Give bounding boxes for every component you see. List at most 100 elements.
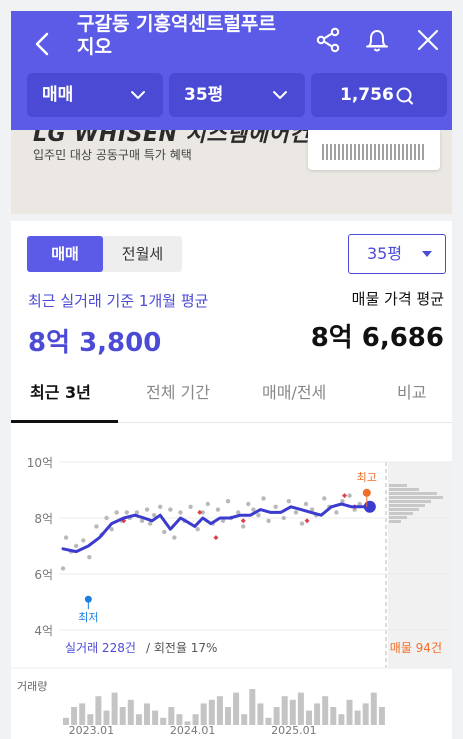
trade-point [81,538,86,543]
search-icon [396,87,413,105]
y-tick-label: 8억 [34,512,53,526]
trade-point [195,527,200,532]
listing-avg-label: 매물 가격 평균 [351,290,444,308]
chevron-down-icon [131,91,145,99]
page-title: 구갈동 기흥역센트럴푸르지오 [77,13,276,58]
price-chart[interactable]: 10억 8억 6억 4억 최고 최저 실거래 228건 / 회전율 17% 매물 94건 거래량 2… [11,442,452,739]
size-select-value: 35평 [367,244,403,263]
volume-bar [216,696,223,725]
ac-vent [322,144,426,160]
tab-sale-jeonse[interactable]: 매매/전세 [262,383,326,403]
ad-banner[interactable]: LG WHISEN 시스템에어컨 입주민 대상 공동구매 특가 혜택 [11,130,452,214]
listing-histogram-bar [389,508,419,511]
segment-sale[interactable]: 매매 [27,236,103,272]
trade-point [322,496,327,501]
volume-bar [119,707,126,725]
period-tabs: 최근 3년 전체 기간 매매/전세 비교 [11,371,452,423]
volume-bar [346,699,353,725]
trade-point [293,510,299,515]
trade-point [205,501,211,507]
tab-compare[interactable]: 비교 [397,383,426,403]
volume-bar [200,703,207,725]
trade-point [241,524,246,529]
actual-trade-count: 실거래 228건 [65,641,136,655]
volume-bar [233,692,240,725]
trade-point [347,493,352,498]
trade-point [188,504,193,509]
volume-bar [225,707,231,725]
share-icon[interactable] [314,26,342,54]
volume-bar [378,707,385,725]
volume-bar [168,707,175,725]
trade-point [273,504,278,509]
trade-point [256,513,261,518]
highlight-point [304,518,310,524]
listing-count-label: 매물 94건 [390,641,442,655]
listing-avg-value: 8억 6,686 [310,323,444,353]
max-point [362,488,371,497]
max-label: 최고 [357,471,377,484]
trade-type-label: 매매 [42,85,74,105]
trade-point [60,566,66,571]
size-label: 35평 [184,85,224,105]
close-icon[interactable] [414,26,442,54]
volume-bar [354,710,361,725]
tab-all-period[interactable]: 전체 기간 [146,383,210,403]
listing-histogram-bar [389,520,401,523]
listing-histogram-bar [389,512,413,515]
listing-search-button[interactable]: 1,756 [311,73,447,117]
listing-histogram-bar [389,500,431,503]
volume-bar [95,696,102,725]
volume-bar [297,692,304,725]
volume-bar [208,699,215,725]
chevron-down-icon [273,91,287,99]
listing-histogram-bar [389,516,407,519]
segment-rent[interactable]: 전월세 [103,236,182,272]
size-dropdown[interactable]: 35평 [169,73,305,117]
trade-point [162,529,167,535]
volume-bar [289,699,296,725]
min-point [84,595,92,603]
volume-bar [362,703,369,725]
volume-bar [111,692,118,725]
trade-point [94,524,99,529]
listing-histogram-bar [389,484,407,487]
bell-icon[interactable] [363,26,391,54]
trade-point [124,510,130,515]
listing-count: 1,756 [340,85,394,105]
volume-bar [71,707,78,725]
trade-point [261,496,266,501]
actual-avg-label: 최근 실거래 기준 1개월 평균 [28,292,209,310]
volume-bar [330,707,337,725]
trade-point [215,507,221,512]
banner-subtitle: 입주민 대상 공동구매 특가 혜택 [33,148,192,162]
y-tick-label: 4억 [34,624,53,638]
highlight-point [213,535,219,541]
volume-bar [79,703,86,725]
listing-histogram-bar [389,496,443,499]
app-header: 구갈동 기흥역센트럴푸르지오 매매 35평 1,756 [11,11,452,130]
volume-bar [370,692,377,725]
trade-point [334,510,339,515]
filter-bar: 매매 35평 1,756 [27,73,447,117]
trade-point [225,499,231,504]
volume-bar [249,689,256,725]
x-tick-label: 2025.01 [271,724,317,737]
tab-recent-3y[interactable]: 최근 3년 [30,383,91,403]
volume-bar [241,714,248,725]
volume-bar [322,696,329,725]
trade-point [303,501,309,507]
trade-type-dropdown[interactable]: 매매 [27,73,163,117]
back-icon[interactable] [33,29,53,59]
volume-bar [103,710,110,725]
trade-point [168,507,173,512]
trade-point [114,510,119,515]
trade-point [73,543,79,549]
turnover-rate: / 회전율 17% [146,641,217,655]
highlight-point [342,493,348,499]
volume-bar [314,703,321,725]
size-select[interactable]: 35평 [348,234,446,274]
volume-bar [306,710,312,725]
volume-bar [281,696,288,725]
y-tick-label: 10억 [27,456,53,470]
